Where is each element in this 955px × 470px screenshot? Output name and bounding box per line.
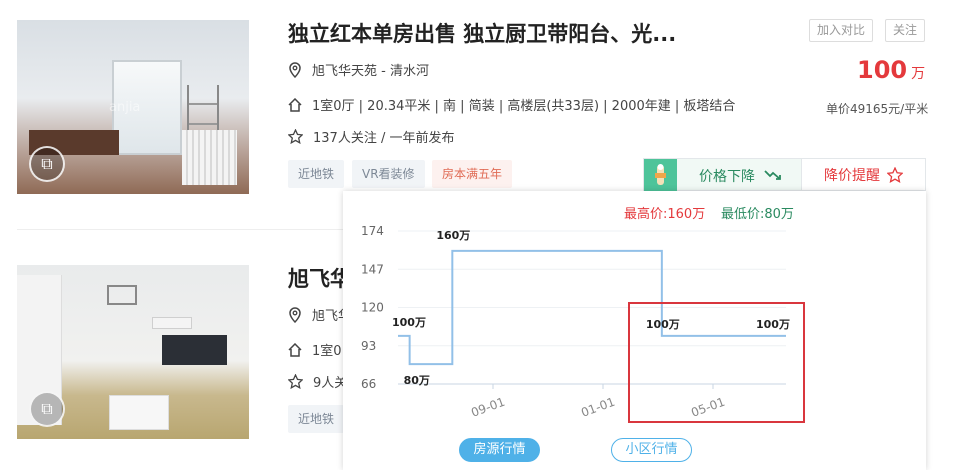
y-tick-label: 147 [361, 262, 384, 276]
house-icon [288, 342, 302, 357]
x-tick-label: 09-01 [469, 395, 507, 420]
listing-title[interactable]: 独立红本单房出售 独立厨卫带阳台、光... [288, 18, 676, 48]
total-price: 100 万 [857, 56, 926, 84]
radiator [182, 130, 237, 185]
star-outline-icon [887, 166, 903, 183]
y-tick-label: 93 [361, 339, 376, 353]
lamp [107, 285, 137, 305]
trend-thumbnail-icon [644, 159, 677, 192]
down-trend-icon [764, 170, 781, 180]
vr-icon[interactable]: ⧉ [29, 146, 65, 182]
tab-community-trend[interactable]: 小区行情 [611, 438, 692, 462]
price-history-popup: 最高价:160万 最低价:80万 66 93 120 147 174 09-01 01-0… [343, 191, 926, 470]
info-row-2: 1室0 [288, 340, 342, 359]
vr-icon[interactable]: ⧉ [29, 391, 65, 427]
listing-photo-2[interactable]: ⧉ [17, 265, 249, 439]
star-icon [288, 129, 303, 144]
unit-price: 单价49165元/平米 [826, 102, 929, 116]
y-tick-label: 174 [361, 224, 384, 238]
follow-row-2: 9人关 [288, 372, 347, 391]
star-icon [288, 374, 303, 389]
location-row-2: 旭飞华 [288, 305, 351, 324]
tag-five-years: 房本满五年 [432, 160, 513, 188]
watermark: anjia [109, 100, 141, 115]
tab-listing-trend[interactable]: 房源行情 [459, 438, 540, 462]
location-row: 旭飞华天苑 - 清水河 [288, 60, 429, 79]
listing-title-2[interactable]: 旭飞华 [288, 263, 351, 293]
follow-text: 137人关注 / 一年前发布 [313, 131, 455, 146]
info-row: 1室0厅 | 20.34平米 | 南 | 简装 | 高楼层(共33层) | 20… [288, 95, 735, 114]
follow-button[interactable]: 关注 [885, 19, 926, 42]
data-label: 100万 [392, 316, 426, 329]
y-tick-label: 66 [361, 377, 376, 391]
table [109, 395, 169, 430]
info-text: 1室0厅 | 20.34平米 | 南 | 简装 | 高楼层(共33层) | 20… [312, 99, 736, 114]
data-label: 160万 [436, 229, 470, 242]
tag-subway: 近地铁 [288, 160, 345, 188]
tag-subway-2: 近地铁 [288, 405, 345, 433]
alert-label: 降价提醒 [824, 167, 880, 184]
tv [162, 335, 227, 365]
x-tick-label: 01-01 [579, 395, 617, 420]
location-pin-icon [289, 61, 301, 78]
trend-label: 价格下降 [699, 169, 755, 185]
air-conditioner [152, 317, 192, 329]
location-pin-icon [289, 306, 301, 323]
price-alert-button[interactable]: 降价提醒 [801, 158, 926, 191]
info-text-2: 1室0 [312, 344, 342, 359]
data-label: 80万 [404, 374, 430, 387]
house-icon [288, 97, 302, 112]
price-trend-toggle[interactable]: 价格下降 [643, 158, 801, 192]
listing-photo-1[interactable]: anjia ⧉ [17, 20, 249, 194]
follow-row: 137人关注 / 一年前发布 [288, 127, 454, 146]
add-compare-button[interactable]: 加入对比 [809, 19, 874, 42]
location-text[interactable]: 旭飞华天苑 - 清水河 [312, 60, 429, 79]
highlight-box [628, 302, 805, 423]
tag-vr: VR看装修 [352, 160, 425, 188]
y-tick-label: 120 [361, 301, 384, 315]
